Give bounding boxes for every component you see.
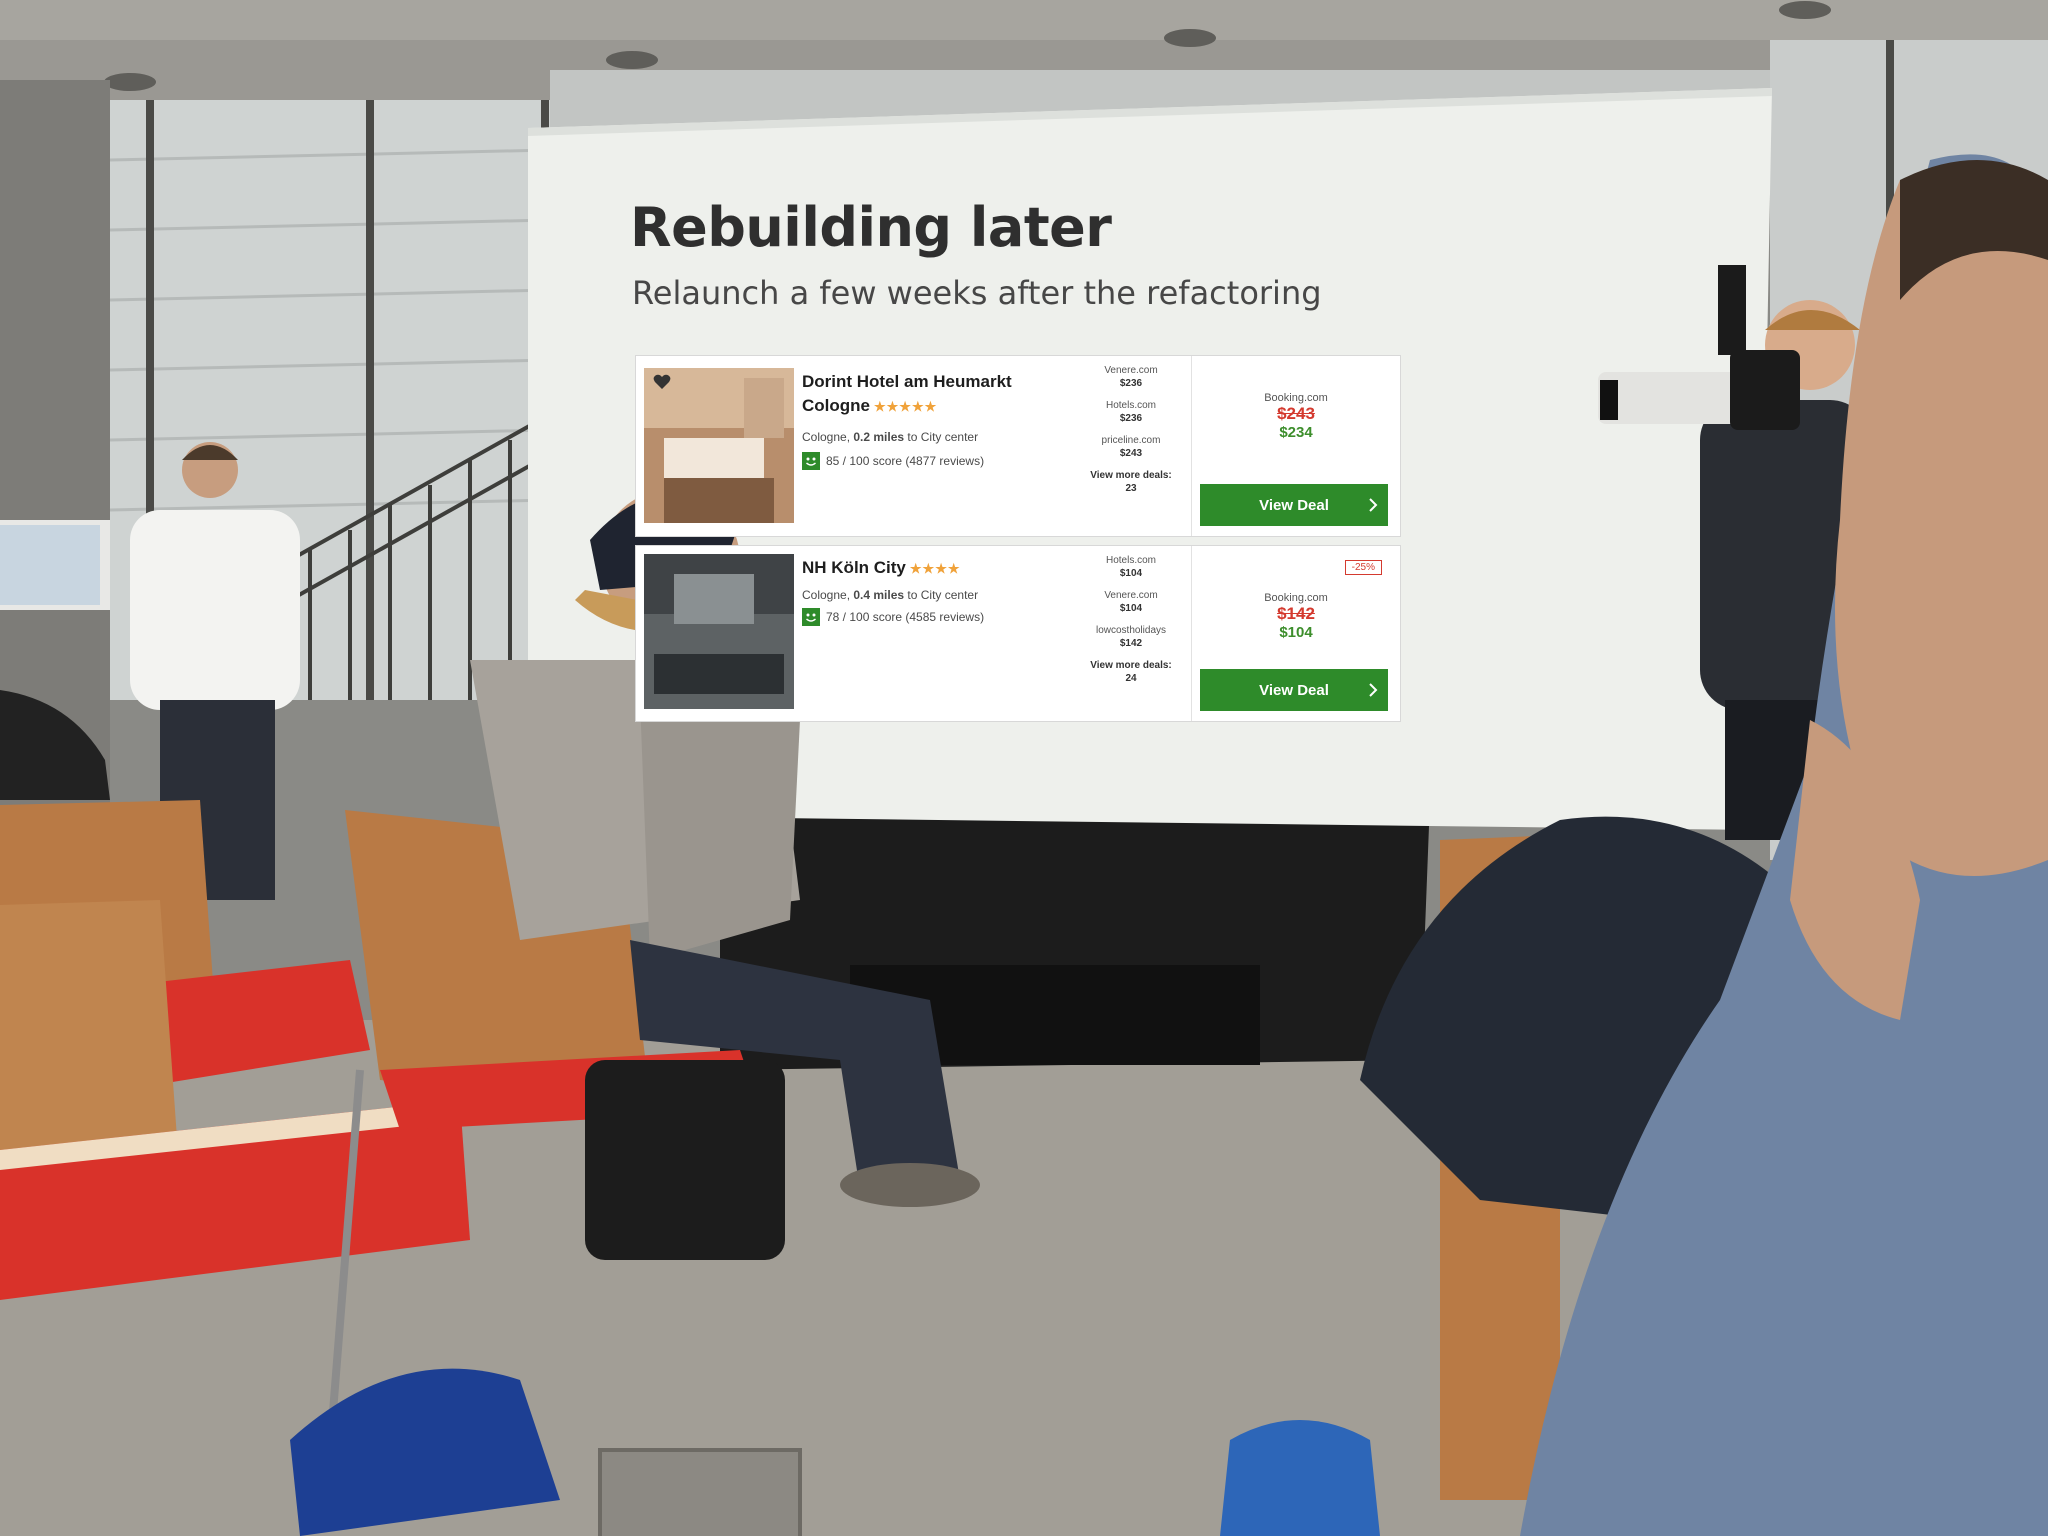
chevron-right-icon — [1369, 683, 1378, 697]
new-price: $104 — [1279, 624, 1313, 641]
distance-value: 0.2 miles — [853, 430, 905, 444]
distance-text: Cologne, 0.2 miles to City center — [802, 430, 978, 444]
star-rating: ★★★★★ — [874, 399, 938, 414]
hotel-name[interactable]: Dorint Hotel am Heumarkt Cologne ★★★★★ — [802, 370, 1012, 419]
more-deals-count: 23 — [1125, 483, 1137, 494]
other-offers: Venere.com $236 Hotels.com $236 pricelin… — [1081, 364, 1181, 495]
more-deals-link[interactable]: View more deals: 24 — [1081, 659, 1181, 685]
distance-text: Cologne, 0.4 miles to City center — [802, 588, 978, 602]
offer-item[interactable]: Hotels.com $236 — [1081, 399, 1181, 425]
best-deal-site: Booking.com — [1264, 392, 1328, 404]
offer-price: $236 — [1119, 378, 1143, 389]
view-deal-button[interactable]: View Deal — [1200, 484, 1388, 526]
best-deal: -25% Booking.com $142 $104 View Deal — [1191, 546, 1400, 721]
offer-item[interactable]: priceline.com $243 — [1081, 434, 1181, 460]
review-score: 78 / 100 score (4585 reviews) — [802, 608, 984, 626]
offer-site: lowcostholidays — [1095, 625, 1167, 636]
view-deal-label: View Deal — [1259, 496, 1329, 514]
hotel-city-line: Cologne ★★★★★ — [802, 394, 1012, 419]
offer-price: $243 — [1119, 448, 1143, 459]
hotel-name-text: NH Köln City — [802, 558, 906, 577]
offer-price: $142 — [1119, 638, 1143, 649]
other-offers: Hotels.com $104 Venere.com $104 lowcosth… — [1081, 554, 1181, 685]
heart-icon[interactable] — [652, 372, 672, 392]
discount-badge: -25% — [1344, 560, 1382, 575]
offer-price: $236 — [1119, 413, 1143, 424]
more-deals-count: 24 — [1125, 673, 1137, 684]
more-deals-label: View more deals: — [1090, 660, 1172, 671]
distance-value: 0.4 miles — [853, 588, 905, 602]
hotel-name-text: Dorint Hotel am Heumarkt — [802, 372, 1012, 391]
distance-city: Cologne, — [802, 430, 854, 444]
hotel-city: Cologne — [802, 396, 870, 415]
more-deals-link[interactable]: View more deals: 23 — [1081, 469, 1181, 495]
smile-icon — [802, 452, 820, 470]
chevron-right-icon — [1369, 498, 1378, 512]
offer-site: Hotels.com — [1105, 555, 1156, 566]
distance-suffix: to City center — [904, 430, 979, 444]
offer-item[interactable]: Venere.com $104 — [1081, 589, 1181, 615]
slide-title: Rebuilding later — [630, 196, 1112, 259]
star-rating: ★★★★ — [909, 561, 961, 576]
smile-icon — [802, 608, 820, 626]
old-price: $142 — [1277, 604, 1315, 623]
score-text: 85 / 100 score (4877 reviews) — [826, 454, 985, 468]
distance-city: Cologne, — [802, 588, 854, 602]
view-deal-button[interactable]: View Deal — [1200, 669, 1388, 711]
best-deal: Booking.com $243 $234 View Deal — [1191, 356, 1400, 536]
old-price: $243 — [1277, 404, 1315, 423]
offer-price: $104 — [1119, 568, 1143, 579]
view-deal-label: View Deal — [1259, 681, 1329, 699]
offer-item[interactable]: Hotels.com $104 — [1081, 554, 1181, 580]
offer-site: Venere.com — [1104, 590, 1158, 601]
offer-item[interactable]: Venere.com $236 — [1081, 364, 1181, 390]
best-deal-site: Booking.com — [1264, 592, 1328, 604]
score-text: 78 / 100 score (4585 reviews) — [826, 610, 985, 624]
hotel-listing: NH Köln City ★★★★ Cologne, 0.4 miles to C… — [635, 545, 1401, 722]
review-score: 85 / 100 score (4877 reviews) — [802, 452, 984, 470]
hotel-photo — [644, 554, 794, 709]
offer-site: priceline.com — [1101, 435, 1161, 446]
slide-subtitle: Relaunch a few weeks after the refactori… — [632, 274, 1322, 312]
more-deals-label: View more deals: — [1090, 470, 1172, 481]
new-price: $234 — [1279, 424, 1313, 441]
distance-suffix: to City center — [904, 588, 979, 602]
offer-price: $104 — [1119, 603, 1143, 614]
offer-site: Hotels.com — [1105, 400, 1156, 411]
offer-item[interactable]: lowcostholidays $142 — [1081, 624, 1181, 650]
hotel-name[interactable]: NH Köln City ★★★★ — [802, 556, 961, 581]
offer-site: Venere.com — [1104, 365, 1158, 376]
hotel-listing: Dorint Hotel am Heumarkt Cologne ★★★★★ Co… — [635, 355, 1401, 537]
